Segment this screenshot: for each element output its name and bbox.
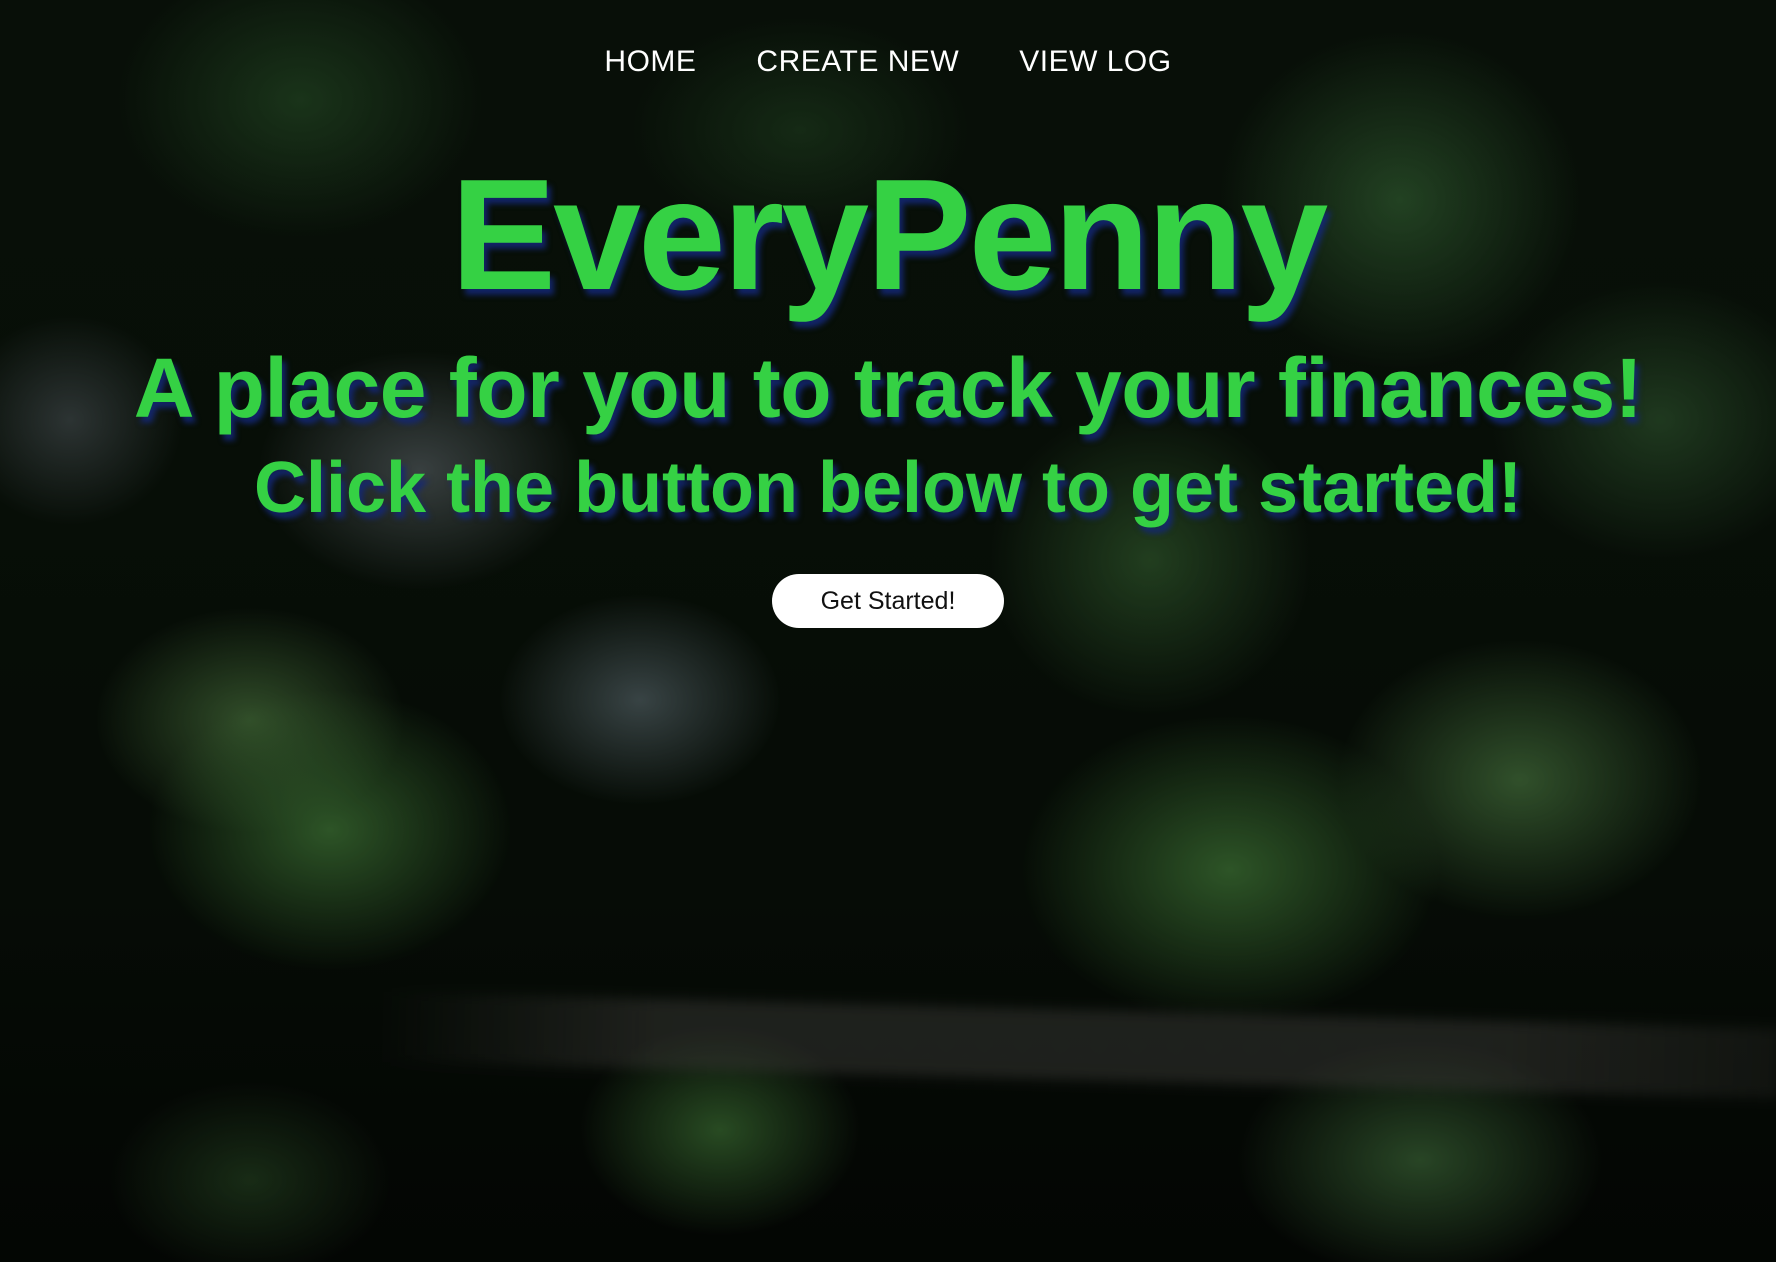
hero-instruction: Click the button below to get started! — [253, 448, 1522, 528]
landing-page: HOME CREATE NEW VIEW LOG EveryPenny A pl… — [0, 0, 1776, 1262]
cta-container: Get Started! — [0, 574, 1776, 628]
top-nav: HOME CREATE NEW VIEW LOG — [0, 42, 1776, 82]
hero-title: EveryPenny — [450, 147, 1329, 323]
hero-subtitle: A place for you to track your finances! — [133, 341, 1643, 435]
nav-view-log-link[interactable]: VIEW LOG — [989, 42, 1201, 82]
get-started-button[interactable]: Get Started! — [772, 574, 1004, 628]
nav-home-link[interactable]: HOME — [574, 42, 726, 82]
nav-create-new-link[interactable]: CREATE NEW — [726, 42, 989, 82]
